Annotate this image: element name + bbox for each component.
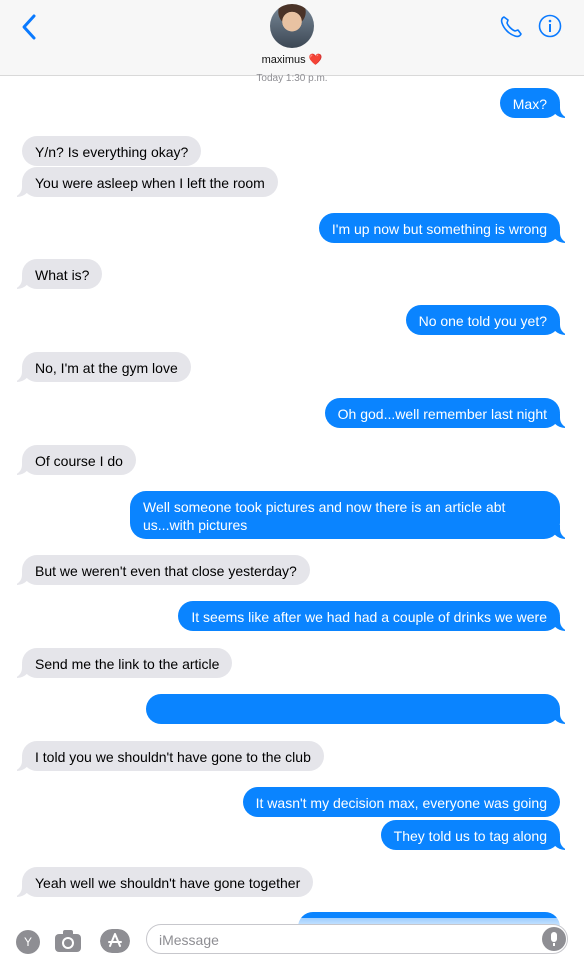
message-text: It seems like after we had had a couple …	[191, 609, 547, 625]
microphone-icon[interactable]	[542, 927, 566, 951]
message-bubble-outgoing[interactable]: I'm up now but something is wrong	[318, 213, 571, 243]
message-text: Yeah well we shouldn't have gone togethe…	[35, 875, 301, 891]
message-text: Y/n? Is everything okay?	[35, 144, 189, 160]
message-bubble-incoming[interactable]: Yeah well we shouldn't have gone togethe…	[11, 867, 314, 897]
contact-name-text: maximus	[261, 54, 306, 66]
message-text: I'm up now but something is wrong	[331, 221, 547, 237]
message-text: But we weren't even that close yesterday…	[35, 563, 297, 579]
message-bubble-outgoing-link[interactable]	[146, 694, 570, 724]
info-icon[interactable]	[538, 14, 562, 38]
camera-icon[interactable]	[54, 929, 82, 953]
message-bubble-incoming[interactable]: No, I'm at the gym love	[12, 352, 191, 382]
y-app-letter: Y	[23, 935, 32, 949]
message-text: I told you we shouldn't have gone to the…	[35, 749, 311, 765]
message-text: Well someone took pictures and now there…	[143, 499, 506, 533]
message-bubble-outgoing[interactable]: It wasn't my decision max, everyone was …	[242, 787, 560, 817]
back-chevron-icon[interactable]	[18, 12, 42, 42]
message-text: Send me the link to the article	[35, 656, 220, 672]
message-text: You were asleep when I left the room	[35, 175, 265, 191]
message-bubble-incoming[interactable]: Of course I do	[12, 445, 136, 475]
message-timestamp: Today 1:30 p.m.	[256, 73, 328, 84]
contact-name[interactable]: maximus ❤️	[0, 53, 584, 66]
message-bubble-incoming[interactable]: But we weren't even that close yesterday…	[12, 555, 310, 585]
imessage-placeholder: iMessage	[159, 932, 219, 948]
app-store-icon[interactable]	[100, 929, 130, 953]
message-bubble-outgoing[interactable]: Max?	[499, 88, 571, 118]
message-bubble-outgoing[interactable]: No one told you yet?	[405, 305, 571, 335]
message-bubble-outgoing[interactable]: It seems like after we had had a couple …	[178, 601, 570, 631]
message-bubble-outgoing[interactable]: Well someone took pictures and now there…	[130, 491, 570, 539]
message-bubble-incoming[interactable]: Send me the link to the article	[11, 648, 233, 678]
message-bubble-outgoing[interactable]: Oh god...well remember last night	[324, 398, 571, 428]
message-text: It wasn't my decision max, everyone was …	[255, 795, 547, 811]
message-text: Max?	[512, 96, 547, 112]
imessage-input[interactable]: iMessage	[146, 924, 568, 954]
y-app-icon[interactable]: Y	[16, 930, 40, 954]
message-text: No, I'm at the gym love	[35, 360, 178, 376]
contact-avatar[interactable]	[270, 4, 314, 48]
phone-icon[interactable]	[498, 14, 524, 40]
message-text: What is?	[35, 267, 90, 283]
message-bubble-incoming[interactable]: What is?	[11, 259, 103, 289]
message-bubble-incoming[interactable]: You were asleep when I left the room	[12, 167, 278, 197]
message-text: Of course I do	[35, 453, 123, 469]
message-text: No one told you yet?	[418, 313, 547, 329]
conversation-header: maximus ❤️	[0, 0, 584, 76]
heart-emoji: ❤️	[308, 54, 323, 66]
message-text: They told us to tag along	[393, 828, 547, 844]
message-bubble-incoming[interactable]: I told you we shouldn't have gone to the…	[12, 741, 324, 771]
message-bubble-incoming[interactable]: Y/n? Is everything okay?	[22, 136, 202, 166]
message-text: Oh god...well remember last night	[337, 406, 547, 422]
message-bubble-outgoing[interactable]: They told us to tag along	[380, 820, 571, 850]
